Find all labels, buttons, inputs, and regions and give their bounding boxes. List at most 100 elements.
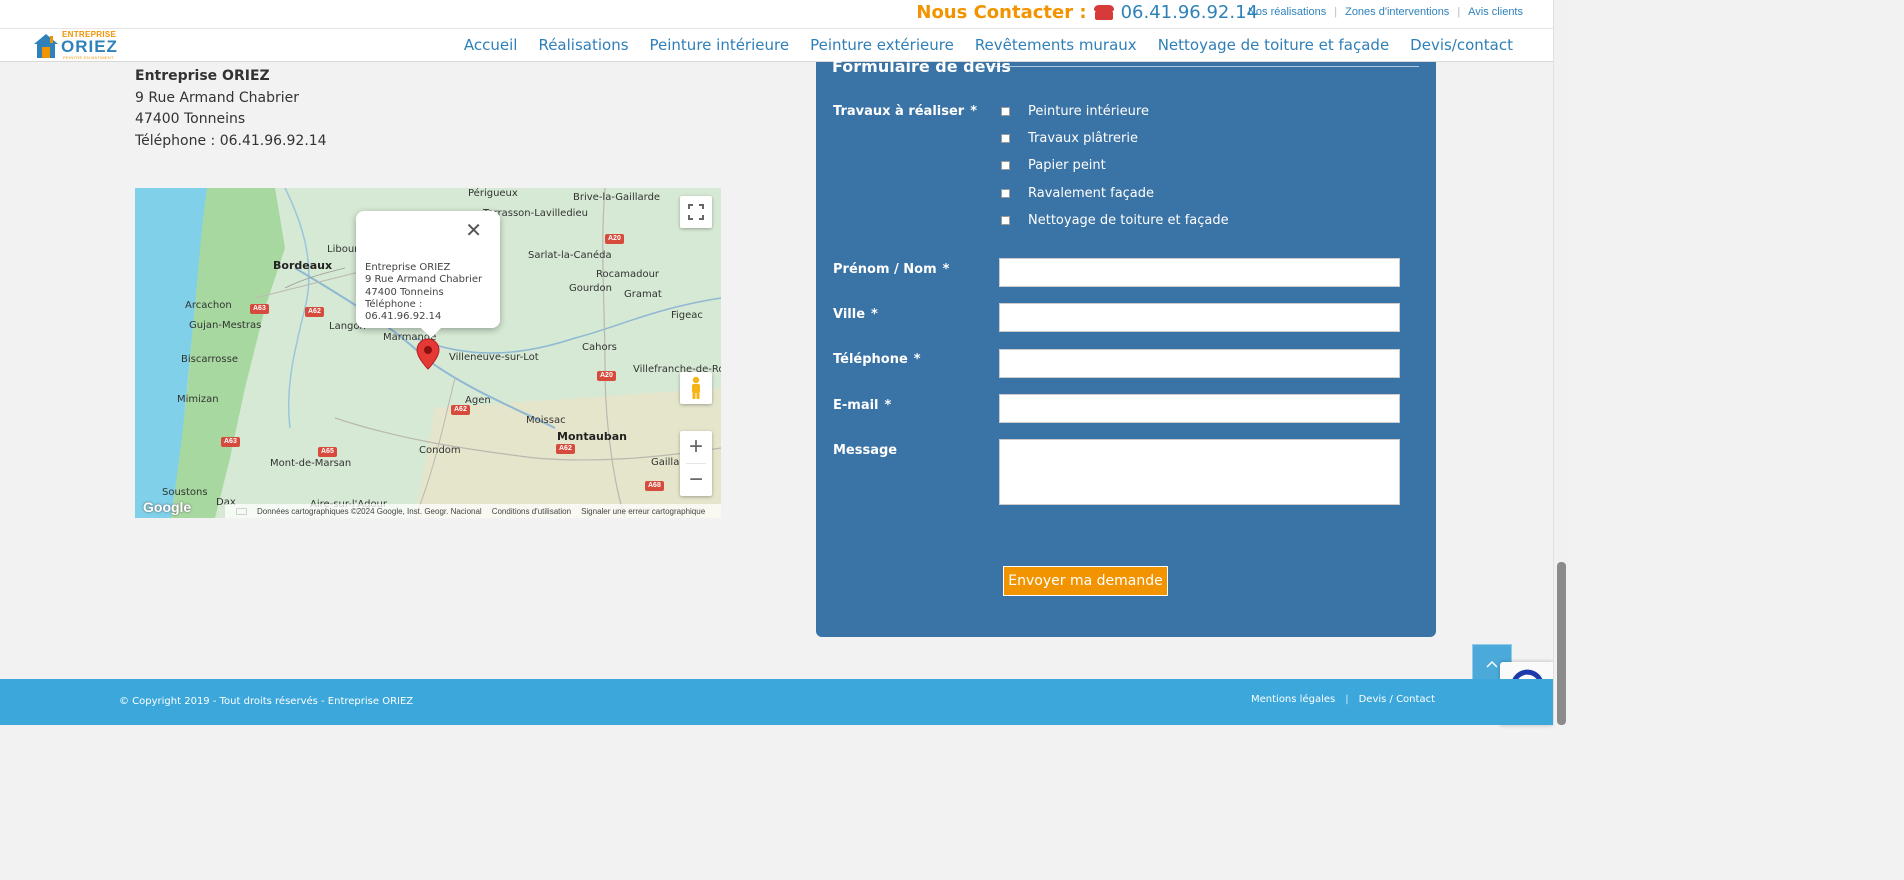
required-mark: * — [942, 262, 950, 277]
nav-revetements[interactable]: Revêtements muraux — [975, 36, 1137, 54]
map-label-gramat: Gramat — [624, 289, 662, 300]
chevron-up-icon — [1486, 660, 1498, 668]
plus-icon: + — [688, 433, 703, 460]
phone-icon — [1093, 5, 1114, 20]
fullscreen-button[interactable] — [680, 196, 712, 228]
checkbox[interactable] — [1001, 216, 1010, 225]
minus-icon: − — [688, 466, 703, 493]
nav-devis-contact[interactable]: Devis/contact — [1410, 36, 1513, 54]
map-label-villeneuve: Villeneuve-sur-Lot — [449, 352, 539, 363]
divider: | — [1334, 6, 1338, 18]
zoom-out-button[interactable]: − — [680, 464, 712, 496]
nav-peinture-interieure[interactable]: Peinture intérieure — [650, 36, 790, 54]
nav-peinture-exterieure[interactable]: Peinture extérieure — [810, 36, 954, 54]
page-scrollbar[interactable] — [1553, 0, 1568, 725]
map-label-moissac: Moissac — [526, 415, 566, 426]
checkbox-papier-peint[interactable]: Papier peint — [1001, 158, 1106, 173]
road-shield: A62 — [305, 307, 324, 317]
logo[interactable]: ENTREPRISE ORIEZ PEINTRE EN BATIMENT — [33, 29, 118, 61]
nav-accueil[interactable]: Accueil — [464, 36, 518, 54]
map-info-window: ✕ Entreprise ORIEZ 9 Rue Armand Chabrier… — [356, 211, 500, 338]
google-logo: Google — [143, 499, 192, 515]
nav-realisations[interactable]: Réalisations — [538, 36, 628, 54]
pegman-icon — [692, 376, 700, 399]
street-view-button[interactable] — [680, 372, 712, 404]
message-label: Message — [833, 443, 897, 458]
divider — [987, 66, 1419, 67]
contact-label: Nous Contacter : — [916, 2, 1087, 23]
map-terms-link[interactable]: Conditions d'utilisation — [492, 507, 571, 516]
road-shield: A65 — [318, 447, 337, 457]
top-link-avis[interactable]: Avis clients — [1468, 6, 1523, 18]
message-textarea[interactable] — [999, 439, 1400, 505]
checkbox[interactable] — [1001, 161, 1010, 170]
contact-block: Nous Contacter : 06.41.96.92.14 — [916, 2, 1258, 23]
nav-nettoyage[interactable]: Nettoyage de toiture et façade — [1158, 36, 1389, 54]
info-window-content: Entreprise ORIEZ 9 Rue Armand Chabrier 4… — [365, 262, 500, 323]
footer-link-mentions[interactable]: Mentions légales — [1251, 694, 1335, 705]
required-mark: * — [970, 104, 978, 119]
address-street: 9 Rue Armand Chabrier — [135, 89, 300, 106]
phone-input[interactable] — [999, 349, 1400, 378]
phone-label-text: Téléphone — [833, 352, 908, 367]
checkbox-ravalement[interactable]: Ravalement façade — [1001, 186, 1154, 201]
required-mark: * — [913, 352, 921, 367]
top-link-realisations[interactable]: Nos réalisations — [1248, 6, 1326, 18]
map-label-gujan: Gujan-Mestras — [189, 320, 262, 331]
top-bar: Nous Contacter : 06.41.96.92.14 Nos réal… — [0, 0, 1553, 29]
email-input[interactable] — [999, 394, 1400, 423]
city-input[interactable] — [999, 303, 1400, 332]
submit-button[interactable]: Envoyer ma demande — [1003, 566, 1168, 596]
phone-label: Téléphone * — [833, 352, 921, 367]
contact-phone-link[interactable]: 06.41.96.92.14 — [1121, 2, 1258, 23]
map-label-perigueux: Périgueux — [468, 188, 518, 199]
road-shield: A20 — [597, 371, 616, 381]
map-label-figeac: Figeac — [671, 310, 703, 321]
info-line: 9 Rue Armand Chabrier — [365, 274, 483, 286]
map-label-soustons: Soustons — [162, 487, 208, 498]
top-link-zones[interactable]: Zones d'interventions — [1345, 6, 1449, 18]
road-shield: A63 — [250, 304, 269, 314]
checkbox-travaux-platrerie[interactable]: Travaux plâtrerie — [1001, 131, 1138, 146]
checkbox-label: Papier peint — [1028, 158, 1106, 173]
name-label: Prénom / Nom * — [833, 262, 949, 277]
map-label-sarlat: Sarlat-la-Canéda — [528, 250, 612, 261]
map-attribution: Données cartographiques ©2024 Google, In… — [225, 504, 721, 518]
road-shield: A62 — [451, 405, 470, 415]
map-label-montdemarsan: Mont-de-Marsan — [270, 458, 352, 469]
checkbox-peinture-interieure[interactable]: Peinture intérieure — [1001, 104, 1149, 119]
address-city: 47400 Tonneins — [135, 111, 246, 128]
map-label-arcachon: Arcachon — [185, 300, 232, 311]
email-label: E-mail * — [833, 398, 891, 413]
checkbox[interactable] — [1001, 134, 1010, 143]
map-pin-icon[interactable] — [416, 338, 440, 370]
map-label-montauban: Montauban — [557, 430, 627, 443]
company-name: Entreprise ORIEZ — [135, 68, 270, 84]
logo-tagline: PEINTRE EN BATIMENT — [63, 55, 114, 60]
company-address: Entreprise ORIEZ 9 Rue Armand Chabrier 4… — [135, 66, 327, 153]
site-footer: © Copyright 2019 - Tout droits réservés … — [0, 679, 1553, 725]
map-label-biscarrosse: Biscarrosse — [181, 354, 238, 365]
footer-link-devis[interactable]: Devis / Contact — [1359, 694, 1435, 705]
checkbox[interactable] — [1001, 189, 1010, 198]
checkbox-nettoyage[interactable]: Nettoyage de toiture et façade — [1001, 213, 1229, 228]
footer-links: Mentions légales | Devis / Contact — [1251, 694, 1435, 705]
divider: | — [1345, 694, 1349, 705]
address-phone: Téléphone : 06.41.96.92.14 — [135, 133, 327, 150]
zoom-in-button[interactable]: + — [680, 431, 712, 463]
main-nav: Accueil Réalisations Peinture intérieure… — [464, 36, 1513, 54]
info-line: 47400 Tonneins — [365, 286, 444, 298]
name-input[interactable] — [999, 258, 1400, 287]
divider: | — [1457, 6, 1461, 18]
info-line: Téléphone : 06.41.96.92.14 — [365, 298, 442, 323]
map-label-rocamadour: Rocamadour — [596, 269, 660, 280]
scrollbar-thumb[interactable] — [1557, 562, 1566, 725]
quote-form: Formulaire de devis Travaux à réaliser * … — [816, 57, 1436, 637]
city-label: Ville * — [833, 307, 878, 322]
checkbox[interactable] — [1001, 107, 1010, 116]
map-report-link[interactable]: Signaler une erreur cartographique — [581, 507, 705, 516]
logo-big-text: ORIEZ — [61, 37, 118, 56]
checkbox-label: Travaux plâtrerie — [1028, 131, 1139, 146]
close-icon[interactable]: ✕ — [465, 221, 482, 241]
google-map[interactable]: Périgueux Brive-la-Gaillarde Terrasson-L… — [135, 188, 721, 518]
